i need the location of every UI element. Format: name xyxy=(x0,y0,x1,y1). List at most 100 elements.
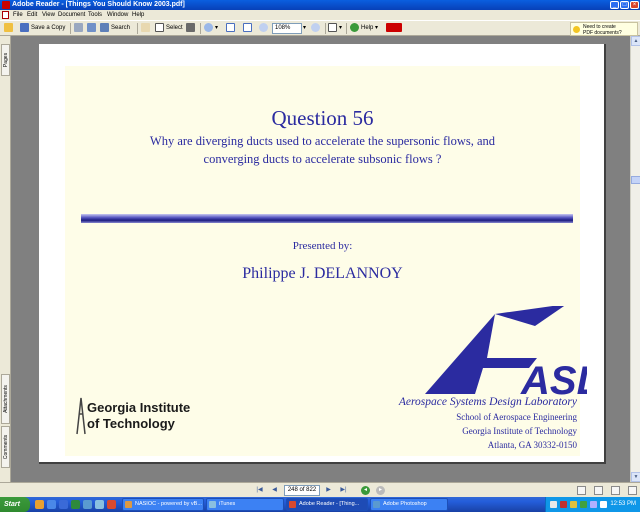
actual-size-button[interactable] xyxy=(226,23,237,34)
document-icon[interactable] xyxy=(2,11,9,19)
quicklaunch-excel-icon[interactable] xyxy=(71,500,80,509)
menu-tools[interactable]: Tools xyxy=(88,10,102,20)
scroll-up-button[interactable]: ▲ xyxy=(631,36,640,46)
create-pdf-promo[interactable]: Need to create PDF documents? xyxy=(570,22,638,36)
divider-bar xyxy=(81,214,573,223)
tab-attachments[interactable]: Attachments xyxy=(1,374,10,424)
continuous-view-button[interactable] xyxy=(594,486,603,495)
windows-taskbar: Start NASIOC - powered by vB... iTunes A… xyxy=(0,497,640,512)
zoom-in-button[interactable] xyxy=(311,23,322,34)
hand-tool-button[interactable] xyxy=(141,23,152,34)
save-copy-label: Save a Copy xyxy=(31,25,66,32)
tray-messenger-icon[interactable] xyxy=(580,501,587,508)
help-button[interactable]: Help ▾ xyxy=(350,23,378,34)
help-icon xyxy=(350,23,359,32)
taskbar-item-nasioc[interactable]: NASIOC - powered by vB... xyxy=(122,498,204,511)
zoom-out-button[interactable] xyxy=(259,23,270,34)
print-icon xyxy=(74,23,83,32)
facing-view-button[interactable] xyxy=(611,486,620,495)
email-icon xyxy=(87,23,96,32)
tray-monitor-icon[interactable] xyxy=(600,501,607,508)
page-number-input[interactable]: 248 of 822 xyxy=(284,485,320,496)
toolbar-separator xyxy=(325,23,326,34)
select-tool-button[interactable]: Select xyxy=(155,23,183,34)
tray-network-icon[interactable] xyxy=(550,501,557,508)
quicklaunch-photoshop-icon[interactable] xyxy=(83,500,92,509)
hand-icon xyxy=(141,23,150,32)
tab-comments-label: Comments xyxy=(3,434,9,460)
yahoo-toolbar-button[interactable] xyxy=(386,23,404,34)
quicklaunch-acrobat-icon[interactable] xyxy=(107,500,116,509)
zoom-dropdown[interactable]: ▾ xyxy=(303,23,306,34)
camera-icon xyxy=(186,23,195,32)
menu-view[interactable]: View xyxy=(42,10,55,20)
minimize-button[interactable]: _ xyxy=(610,1,619,9)
open-button[interactable] xyxy=(4,23,15,34)
menu-document[interactable]: Document xyxy=(58,10,85,20)
itunes-icon xyxy=(209,501,216,508)
next-view-button[interactable]: ▸ xyxy=(376,486,385,495)
taskbar-item-label: Adobe Photoshop xyxy=(383,501,427,507)
menu-window[interactable]: Window xyxy=(107,10,128,20)
vertical-scrollbar[interactable]: ▲ ▼ xyxy=(630,36,640,482)
snapshot-button[interactable] xyxy=(186,23,197,34)
binoculars-icon xyxy=(100,23,109,32)
taskbar-item-label: iTunes xyxy=(219,501,236,507)
scroll-thumb[interactable] xyxy=(631,176,640,184)
taskbar-item-itunes[interactable]: iTunes xyxy=(206,498,284,511)
print-button[interactable] xyxy=(74,23,85,34)
tab-attachments-label: Attachments xyxy=(3,385,9,413)
zoom-tool-button[interactable]: ▾ xyxy=(204,23,218,34)
quicklaunch-word-icon[interactable] xyxy=(59,500,68,509)
tray-volume-icon[interactable] xyxy=(570,501,577,508)
maximize-button[interactable]: □ xyxy=(620,1,629,9)
tab-pages[interactable]: Pages xyxy=(1,44,10,76)
continuous-facing-view-button[interactable] xyxy=(628,486,637,495)
taskbar-clock: 12:53 PM xyxy=(610,501,636,507)
fit-page-button[interactable] xyxy=(243,23,254,34)
menu-help[interactable]: Help xyxy=(132,10,144,20)
menu-file[interactable]: File xyxy=(13,10,23,20)
quicklaunch-itunes-icon[interactable] xyxy=(95,500,104,509)
tab-comments[interactable]: Comments xyxy=(1,426,10,468)
taskbar-item-adobe-reader[interactable]: Adobe Reader - [Thing... xyxy=(286,498,368,511)
previous-view-button[interactable]: ◂ xyxy=(361,486,370,495)
email-button[interactable] xyxy=(87,23,98,34)
menu-bar: File Edit View Document Tools Window Hel… xyxy=(0,10,640,20)
quicklaunch-firefox-icon[interactable] xyxy=(35,500,44,509)
system-tray: 12:53 PM xyxy=(545,497,640,512)
quicklaunch-ie-icon[interactable] xyxy=(47,500,56,509)
lab-name: Aerospace Systems Design Laboratory xyxy=(398,396,577,408)
previous-page-button[interactable]: ◀ xyxy=(270,486,279,495)
first-page-button[interactable]: |◀ xyxy=(255,486,264,495)
zoom-out-icon xyxy=(259,23,268,32)
tray-bluetooth-icon[interactable] xyxy=(590,501,597,508)
taskbar-item-photoshop[interactable]: Adobe Photoshop xyxy=(370,498,448,511)
gt-logo-line-2: of Technology xyxy=(87,416,176,431)
asdl-logo-text: ASDL xyxy=(520,359,587,398)
toolbar-separator xyxy=(137,23,138,34)
window-title: Adobe Reader - [Things You Should Know 2… xyxy=(12,1,185,8)
presenter-name: Philippe J. DELANNOY xyxy=(242,265,403,282)
tray-antivirus-icon[interactable] xyxy=(560,501,567,508)
document-viewport[interactable]: Question 56 Why are diverging ducts used… xyxy=(11,36,630,482)
single-page-view-button[interactable] xyxy=(577,486,586,495)
folder-icon xyxy=(4,23,13,32)
next-page-button[interactable]: ▶ xyxy=(324,486,333,495)
toolbar-separator xyxy=(70,23,71,34)
save-copy-button[interactable]: Save a Copy xyxy=(20,23,65,34)
asdl-logo: ASDL xyxy=(425,306,587,398)
zoom-level-input[interactable]: 108% xyxy=(272,23,302,34)
search-button[interactable]: Search xyxy=(100,23,130,34)
last-page-button[interactable]: ▶| xyxy=(339,486,348,495)
taskbar-item-label: Adobe Reader - [Thing... xyxy=(299,501,360,507)
close-button[interactable]: × xyxy=(630,1,639,9)
question-line-1: Why are diverging ducts used to accelera… xyxy=(149,134,496,148)
slide: Question 56 Why are diverging ducts used… xyxy=(65,66,587,456)
toolbar: Save a Copy Search Select ▾ 108% ▾ ▾ Hel… xyxy=(0,20,640,36)
tab-pages-label: Pages xyxy=(3,52,9,68)
scroll-down-button[interactable]: ▼ xyxy=(631,472,640,482)
start-button[interactable]: Start xyxy=(0,497,30,512)
rotate-view-button[interactable]: ▾ xyxy=(328,23,342,34)
menu-edit[interactable]: Edit xyxy=(27,10,37,20)
